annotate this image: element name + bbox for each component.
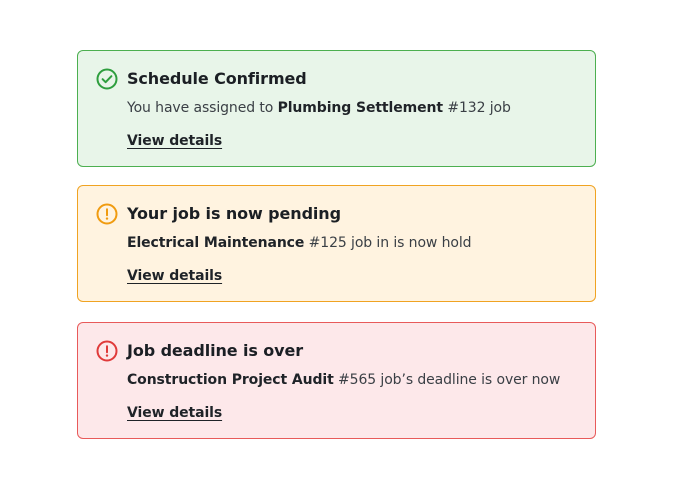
alert-message: Electrical Maintenance #125 job in is no…: [127, 235, 472, 251]
alert-message: You have assigned to Plumbing Settlement…: [127, 100, 511, 116]
alert-title: Job deadline is over: [127, 341, 304, 360]
exclamation-circle-icon: [96, 203, 118, 225]
alert-job-pending: Your job is now pending Electrical Maint…: [77, 185, 596, 302]
alert-deadline-over: Job deadline is over Construction Projec…: [77, 322, 596, 439]
view-details-link[interactable]: View details: [127, 133, 222, 149]
view-details-link[interactable]: View details: [127, 405, 222, 421]
alert-title: Schedule Confirmed: [127, 69, 307, 88]
alert-title: Your job is now pending: [127, 204, 341, 223]
alert-message: Construction Project Audit #565 job’s de…: [127, 372, 561, 388]
alert-schedule-confirmed: Schedule Confirmed You have assigned to …: [77, 50, 596, 167]
view-details-link[interactable]: View details: [127, 268, 222, 284]
check-circle-icon: [96, 68, 118, 90]
exclamation-circle-icon: [96, 340, 118, 362]
